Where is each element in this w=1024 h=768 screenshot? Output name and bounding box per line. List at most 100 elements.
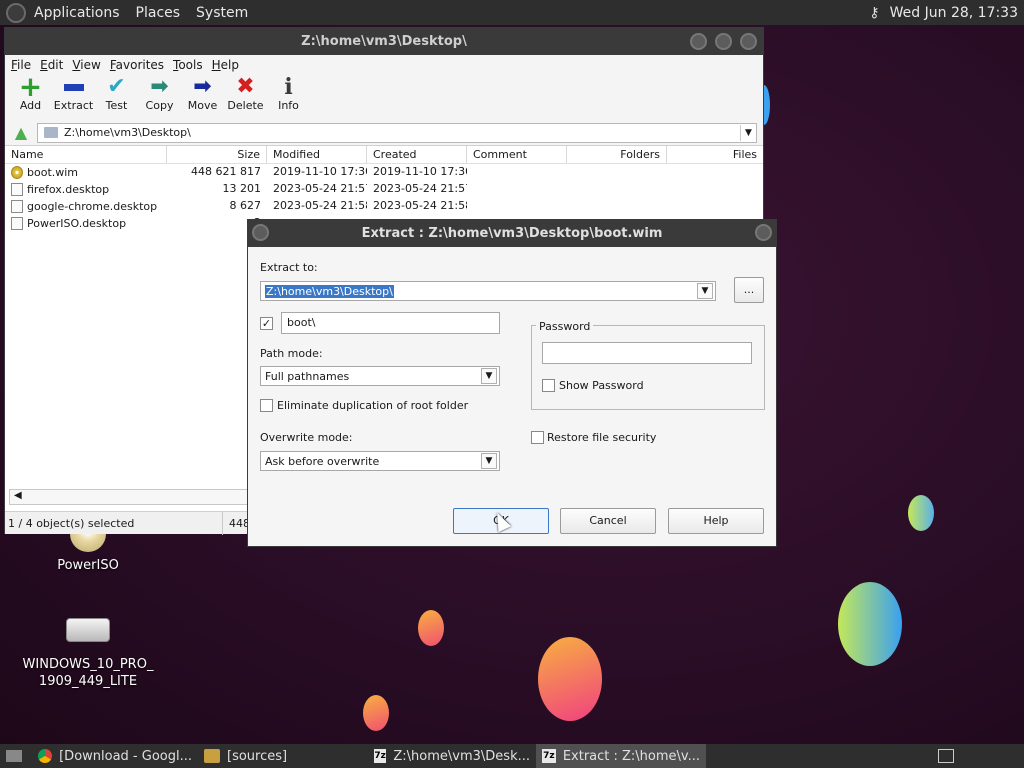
menu-edit[interactable]: Edit bbox=[40, 58, 63, 72]
taskbar-item-extract[interactable]: 7z Extract : Z:\home\v... bbox=[536, 744, 706, 768]
file-icon bbox=[11, 200, 23, 213]
file-name: firefox.desktop bbox=[27, 183, 110, 196]
extract-to-combo[interactable]: Z:\home\vm3\Desktop\ ▼ bbox=[260, 281, 716, 301]
move-button[interactable]: ➡ Move bbox=[181, 75, 224, 113]
column-created[interactable]: Created bbox=[367, 146, 467, 163]
menu-favorites[interactable]: Favorites bbox=[110, 58, 164, 72]
copy-button[interactable]: ➡ Copy bbox=[138, 74, 181, 113]
table-row[interactable]: firefox.desktop 13 201 2023-05-24 21:57 … bbox=[5, 181, 763, 198]
up-arrow-icon[interactable]: ▲ bbox=[11, 123, 31, 142]
menu-view[interactable]: View bbox=[72, 58, 100, 72]
column-name[interactable]: Name bbox=[5, 146, 167, 163]
taskbar-item-sources[interactable]: [sources] bbox=[198, 744, 368, 768]
workspace-switcher-icon[interactable] bbox=[938, 749, 954, 763]
add-label: Add bbox=[19, 99, 42, 112]
menu-places[interactable]: Places bbox=[136, 5, 181, 21]
distro-logo-icon[interactable] bbox=[6, 2, 26, 23]
show-desktop-button[interactable] bbox=[0, 744, 32, 768]
file-list-header: Name Size Modified Created Comment Folde… bbox=[5, 146, 763, 164]
column-modified[interactable]: Modified bbox=[267, 146, 367, 163]
chevron-down-icon[interactable]: ▼ bbox=[697, 283, 713, 299]
info-button[interactable]: i Info bbox=[267, 75, 310, 112]
path-mode-label: Path mode: bbox=[260, 347, 323, 360]
extract-button[interactable]: Extract bbox=[52, 75, 95, 112]
address-input[interactable]: Z:\home\vm3\Desktop\ ▼ bbox=[37, 122, 757, 143]
menu-system[interactable]: System bbox=[196, 5, 248, 21]
add-button[interactable]: + Add bbox=[9, 73, 52, 113]
overwrite-mode-value: Ask before overwrite bbox=[265, 454, 380, 468]
clock[interactable]: Wed Jun 28, 17:33 bbox=[890, 5, 1018, 21]
file-name: boot.wim bbox=[27, 166, 79, 179]
keyring-icon[interactable]: ⚷ bbox=[869, 5, 879, 21]
minimize-button[interactable] bbox=[690, 33, 707, 50]
show-password-checkbox[interactable] bbox=[542, 379, 555, 392]
subfolder-checkbox[interactable]: ✓ bbox=[260, 317, 273, 330]
dialog-title: Extract : Z:\home\vm3\Desktop\boot.wim bbox=[361, 226, 663, 241]
window-title: Z:\home\vm3\Desktop\ bbox=[301, 34, 467, 49]
decorative-bubble bbox=[418, 610, 444, 646]
column-comment[interactable]: Comment bbox=[467, 146, 567, 163]
column-files[interactable]: Files bbox=[667, 146, 763, 163]
menu-help[interactable]: Help bbox=[212, 58, 239, 72]
taskbar-item-7zip-manager[interactable]: 7z Z:\home\vm3\Desk... bbox=[368, 744, 536, 768]
7zip-icon: 7z bbox=[374, 749, 387, 763]
file-modified: 2023-05-24 21:58 bbox=[273, 199, 367, 212]
status-selected: 1 / 4 object(s) selected bbox=[5, 511, 223, 535]
path-mode-select[interactable]: Full pathnames ▼ bbox=[260, 366, 500, 386]
folder-icon bbox=[204, 749, 220, 763]
chevron-down-icon[interactable]: ▼ bbox=[481, 453, 497, 469]
info-label: Info bbox=[278, 99, 299, 112]
chevron-down-icon[interactable]: ▼ bbox=[740, 124, 756, 141]
drive-icon bbox=[66, 618, 110, 642]
show-password-label: Show Password bbox=[559, 379, 644, 392]
test-button[interactable]: ✔ Test bbox=[95, 75, 138, 113]
chevron-left-icon[interactable]: ◀ bbox=[14, 490, 22, 501]
maximize-button[interactable] bbox=[715, 33, 732, 50]
toolbar: + Add Extract ✔ Test ➡ Copy ➡ Move ✖ Del… bbox=[5, 73, 763, 120]
eliminate-duplication-checkbox[interactable] bbox=[260, 399, 273, 412]
taskbar-label: Extract : Z:\home\v... bbox=[562, 748, 700, 764]
chevron-down-icon[interactable]: ▼ bbox=[481, 368, 497, 384]
7zip-icon: 7z bbox=[542, 749, 556, 763]
menu-tools[interactable]: Tools bbox=[173, 58, 203, 72]
delete-button[interactable]: ✖ Delete bbox=[224, 74, 267, 113]
extract-to-label: Extract to: bbox=[260, 261, 318, 274]
taskbar-label: [sources] bbox=[227, 748, 288, 764]
column-folders[interactable]: Folders bbox=[567, 146, 667, 163]
status-size: 448 bbox=[229, 516, 250, 530]
column-size[interactable]: Size bbox=[167, 146, 267, 163]
subfolder-input[interactable]: boot\ bbox=[281, 312, 500, 334]
password-input[interactable] bbox=[542, 342, 752, 364]
overwrite-mode-select[interactable]: Ask before overwrite ▼ bbox=[260, 451, 500, 471]
restore-security-label: Restore file security bbox=[547, 431, 657, 444]
window-controls bbox=[690, 33, 757, 50]
copy-arrow-icon: ➡ bbox=[150, 74, 169, 99]
table-row[interactable]: boot.wim 448 621 817 2019-11-10 17:30 20… bbox=[5, 164, 763, 181]
file-size: 8 627 bbox=[229, 199, 262, 212]
table-row[interactable]: google-chrome.desktop 8 627 2023-05-24 2… bbox=[5, 198, 763, 215]
chrome-icon bbox=[38, 749, 53, 763]
window-titlebar[interactable]: Z:\home\vm3\Desktop\ bbox=[5, 28, 763, 55]
restore-security-checkbox[interactable] bbox=[531, 431, 544, 444]
decorative-bubble bbox=[908, 495, 934, 531]
dialog-close-button[interactable] bbox=[755, 224, 772, 241]
decorative-bubble bbox=[538, 637, 602, 721]
dialog-titlebar[interactable]: Extract : Z:\home\vm3\Desktop\boot.wim bbox=[248, 220, 776, 247]
desktop-icon-poweriso[interactable]: PowerISO bbox=[48, 530, 128, 573]
close-button[interactable] bbox=[740, 33, 757, 50]
help-button[interactable]: Help bbox=[668, 508, 764, 534]
file-name: google-chrome.desktop bbox=[27, 200, 158, 213]
file-icon bbox=[11, 217, 23, 230]
file-created: 2019-11-10 17:30 bbox=[373, 165, 467, 178]
desktop-icon-label: PowerISO bbox=[57, 558, 119, 573]
horizontal-scrollbar[interactable]: ◀ bbox=[9, 489, 251, 505]
cancel-button[interactable]: Cancel bbox=[560, 508, 656, 534]
menu-applications[interactable]: Applications bbox=[34, 5, 120, 21]
extract-label: Extract bbox=[53, 99, 94, 112]
taskbar-item-chrome[interactable]: [Download - Googl... bbox=[32, 744, 198, 768]
x-icon: ✖ bbox=[236, 74, 255, 99]
desktop-icon-windows-drive[interactable]: WINDOWS_10_PRO_ 1909_449_LITE bbox=[14, 618, 162, 690]
dialog-menu-button[interactable] bbox=[252, 224, 269, 241]
path-mode-value: Full pathnames bbox=[265, 369, 350, 383]
browse-button[interactable]: ... bbox=[734, 277, 764, 303]
